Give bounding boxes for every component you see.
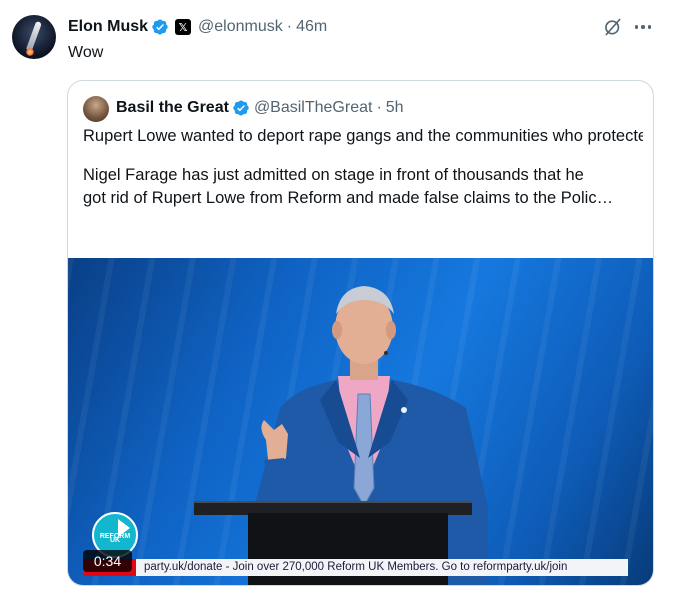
news-ticker: party.uk/donate - Join over 270,000 Refo… [136,559,628,576]
tweet[interactable]: Elon Musk 𝕏 @elonmusk · 46m Wow Basil th… [0,0,676,598]
rocket-flame-image [26,48,34,56]
time-separator: · [286,18,293,35]
quoted-tweet-header: Basil the Great @BasilTheGreat · 5h [116,97,404,119]
grok-icon[interactable] [603,17,623,37]
more-dot [647,25,652,29]
logo-text-sub: UK [109,537,121,544]
more-dot [634,25,639,29]
author-name[interactable]: Elon Musk [68,18,148,36]
verified-badge-icon[interactable] [232,99,250,117]
quoted-post-time[interactable]: 5h [386,99,404,117]
video-player[interactable]: REFORM UK party.uk/donate - Join over 27… [68,258,653,585]
author-avatar[interactable] [12,15,56,59]
quoted-tweet[interactable]: Basil the Great @BasilTheGreat · 5h Rupe… [67,80,654,586]
quoted-tweet-text: Rupert Lowe wanted to deport rape gangs … [83,125,643,210]
post-time[interactable]: 46m [296,18,327,36]
quoted-paragraph-line: got rid of Rupert Lowe from Reform and m… [83,189,614,207]
quoted-paragraph: Rupert Lowe wanted to deport rape gangs … [83,127,643,145]
quoted-author-avatar[interactable] [83,96,109,122]
x-logo-icon: 𝕏 [175,19,192,35]
quoted-paragraph-line: Nigel Farage has just admitted on stage … [83,166,584,184]
more-options-icon[interactable] [632,17,654,37]
verified-badge-icon[interactable] [151,18,169,36]
more-dot [641,25,645,29]
quoted-author-handle[interactable]: @BasilTheGreat [254,99,373,117]
tweet-text: Wow [68,44,104,61]
time-separator: · [376,99,382,116]
tweet-header: Elon Musk 𝕏 @elonmusk · 46m [68,16,327,38]
video-duration: 0:34 [83,550,132,572]
rocket-avatar-image [26,20,42,52]
author-handle[interactable]: @elonmusk [198,18,283,36]
quoted-author-name[interactable]: Basil the Great [116,99,229,117]
